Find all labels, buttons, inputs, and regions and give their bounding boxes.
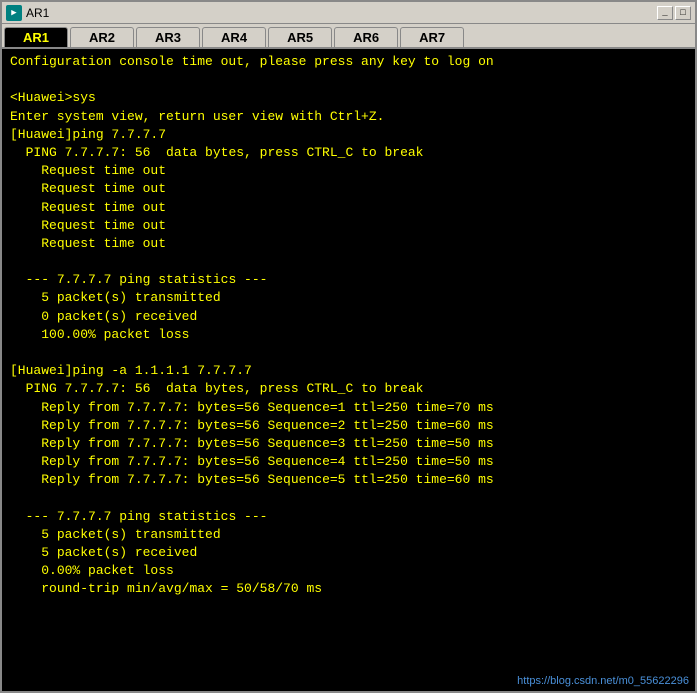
- window-title: AR1: [26, 6, 49, 20]
- tab-ar3[interactable]: AR3: [136, 27, 200, 47]
- tabs-bar: AR1 AR2 AR3 AR4 AR5 AR6 AR7: [2, 24, 695, 49]
- terminal-text: Configuration console time out, please p…: [10, 53, 687, 599]
- minimize-button[interactable]: _: [657, 6, 673, 20]
- main-window: ▶ AR1 _ □ AR1 AR2 AR3 AR4 AR5 AR6 AR7 Co…: [0, 0, 697, 693]
- tab-ar6[interactable]: AR6: [334, 27, 398, 47]
- tab-ar5[interactable]: AR5: [268, 27, 332, 47]
- tab-ar1[interactable]: AR1: [4, 27, 68, 47]
- terminal-output[interactable]: Configuration console time out, please p…: [2, 49, 695, 691]
- restore-button[interactable]: □: [675, 6, 691, 20]
- app-icon: ▶: [6, 5, 22, 21]
- tab-ar7[interactable]: AR7: [400, 27, 464, 47]
- tab-ar4[interactable]: AR4: [202, 27, 266, 47]
- title-bar-controls: _ □: [657, 6, 691, 20]
- title-bar-left: ▶ AR1: [6, 5, 49, 21]
- tab-ar2[interactable]: AR2: [70, 27, 134, 47]
- title-bar: ▶ AR1 _ □: [2, 2, 695, 24]
